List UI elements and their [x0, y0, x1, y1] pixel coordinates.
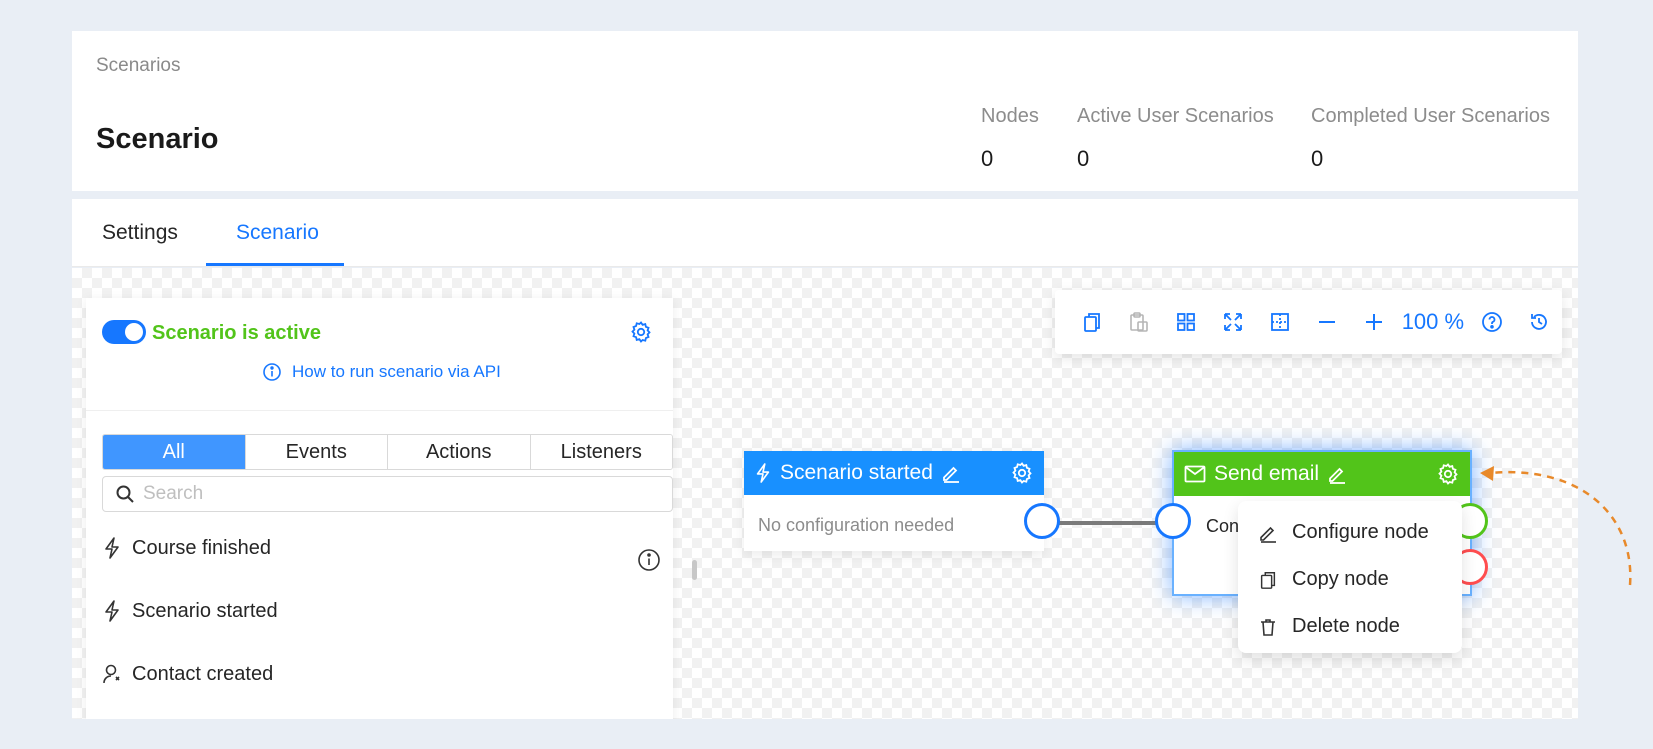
bolt-icon	[105, 600, 119, 622]
scenario-status-label: Scenario is active	[152, 322, 321, 344]
bolt-icon	[105, 537, 119, 559]
select-area-button[interactable]	[1257, 302, 1304, 342]
tab-bar: Settings Scenario	[72, 199, 1578, 267]
filter-listeners[interactable]: Listeners	[530, 435, 672, 469]
fit-view-button[interactable]	[1210, 302, 1257, 342]
node-header[interactable]: Scenario started	[744, 451, 1044, 495]
canvas-toolbar: 100 %	[1055, 290, 1562, 354]
grid-icon	[1177, 313, 1196, 331]
menu-item-label: Delete node	[1292, 615, 1400, 637]
history-button[interactable]	[1515, 302, 1562, 342]
gear-icon[interactable]	[1436, 462, 1460, 486]
menu-item-copy-node[interactable]: Copy node	[1238, 556, 1462, 603]
mail-icon	[1184, 465, 1206, 483]
gear-icon[interactable]	[629, 320, 653, 344]
list-item-course-finished[interactable]: Course finished	[102, 533, 271, 563]
search-input[interactable]	[143, 483, 663, 505]
history-icon	[1530, 314, 1547, 330]
stat-completed-user-scenarios: Completed User Scenarios 0	[1311, 105, 1550, 172]
node-type-filter: All Events Actions Listeners	[102, 434, 673, 470]
menu-item-label: Copy node	[1292, 568, 1389, 590]
node-input-port[interactable]	[1155, 503, 1191, 539]
edit-icon[interactable]	[941, 463, 961, 483]
search-box	[102, 476, 673, 512]
filter-actions[interactable]: Actions	[388, 435, 531, 469]
filter-events[interactable]: Events	[245, 435, 388, 469]
node-scenario-started[interactable]: Scenario started No configuration needed	[744, 451, 1044, 551]
menu-item-delete-node[interactable]: Delete node	[1238, 603, 1462, 650]
search-icon	[116, 485, 134, 503]
zoom-out-icon	[1319, 321, 1336, 323]
node-output-port[interactable]	[1024, 503, 1060, 539]
copy-icon	[1260, 571, 1276, 589]
zoom-in-icon	[1366, 314, 1383, 330]
zoom-in-button[interactable]	[1351, 302, 1398, 342]
fit-view-icon	[1224, 313, 1243, 331]
divider	[86, 410, 673, 411]
filter-all[interactable]: All	[103, 435, 246, 469]
stat-value: 0	[981, 146, 994, 171]
paste-button[interactable]	[1116, 302, 1163, 342]
zoom-out-button[interactable]	[1304, 302, 1351, 342]
breadcrumb[interactable]: Scenarios	[96, 55, 181, 77]
node-title: Scenario started	[780, 461, 933, 484]
menu-item-configure-node[interactable]: Configure node	[1238, 509, 1462, 556]
scrollbar-thumb[interactable]	[692, 560, 697, 580]
tab-scenario[interactable]: Scenario	[236, 199, 319, 267]
copy-icon	[1084, 313, 1101, 332]
stat-label: Active User Scenarios	[1077, 105, 1274, 127]
list-item-scenario-started[interactable]: Scenario started	[102, 596, 278, 626]
menu-item-label: Configure node	[1292, 521, 1429, 543]
info-circle-icon	[263, 363, 281, 381]
list-item-label: Contact created	[132, 662, 274, 685]
page-title: Scenario	[96, 123, 219, 155]
help-button[interactable]	[1468, 302, 1515, 342]
arrange-button[interactable]	[1163, 302, 1210, 342]
bolt-icon	[756, 463, 770, 483]
node-description: No configuration needed	[758, 515, 955, 535]
stat-active-user-scenarios: Active User Scenarios 0	[1077, 105, 1274, 172]
list-item-contact-created[interactable]: Contact created	[102, 659, 273, 689]
annotation-arrow	[1480, 466, 1632, 586]
node-header[interactable]: Send email	[1174, 452, 1470, 496]
stat-value: 0	[1077, 146, 1090, 171]
stat-label: Nodes	[981, 105, 1039, 127]
active-tab-indicator	[206, 263, 344, 266]
user-icon	[103, 664, 120, 684]
paste-icon	[1130, 312, 1149, 332]
gear-icon[interactable]	[1010, 461, 1034, 485]
api-help-link-label: How to run scenario via API	[292, 362, 501, 381]
edit-icon	[1260, 526, 1276, 543]
node-library-panel: Scenario is active How to run scenario v…	[86, 298, 697, 719]
zoom-level[interactable]: 100 %	[1398, 302, 1468, 342]
list-item-label: Course finished	[132, 536, 271, 559]
page-header: Scenarios Scenario Nodes 0 Active User S…	[72, 31, 1578, 191]
help-icon	[1481, 312, 1502, 332]
edit-icon[interactable]	[1327, 464, 1347, 484]
info-circle-icon[interactable]	[637, 548, 661, 572]
stat-label: Completed User Scenarios	[1311, 105, 1550, 127]
scenario-canvas[interactable]: Scenario is active How to run scenario v…	[72, 268, 1578, 719]
list-item-label: Scenario started	[132, 599, 278, 622]
node-title: Send email	[1214, 462, 1320, 485]
node-context-menu: Configure node Copy node Delete node	[1238, 501, 1462, 653]
select-area-icon	[1271, 313, 1290, 331]
trash-icon	[1261, 618, 1275, 636]
tab-settings[interactable]: Settings	[102, 199, 178, 267]
stat-value: 0	[1311, 146, 1324, 171]
stat-nodes: Nodes 0	[981, 105, 1039, 172]
copy-button[interactable]	[1069, 302, 1116, 342]
api-help-link[interactable]: How to run scenario via API	[262, 362, 501, 382]
scenario-active-toggle[interactable]	[102, 320, 146, 344]
